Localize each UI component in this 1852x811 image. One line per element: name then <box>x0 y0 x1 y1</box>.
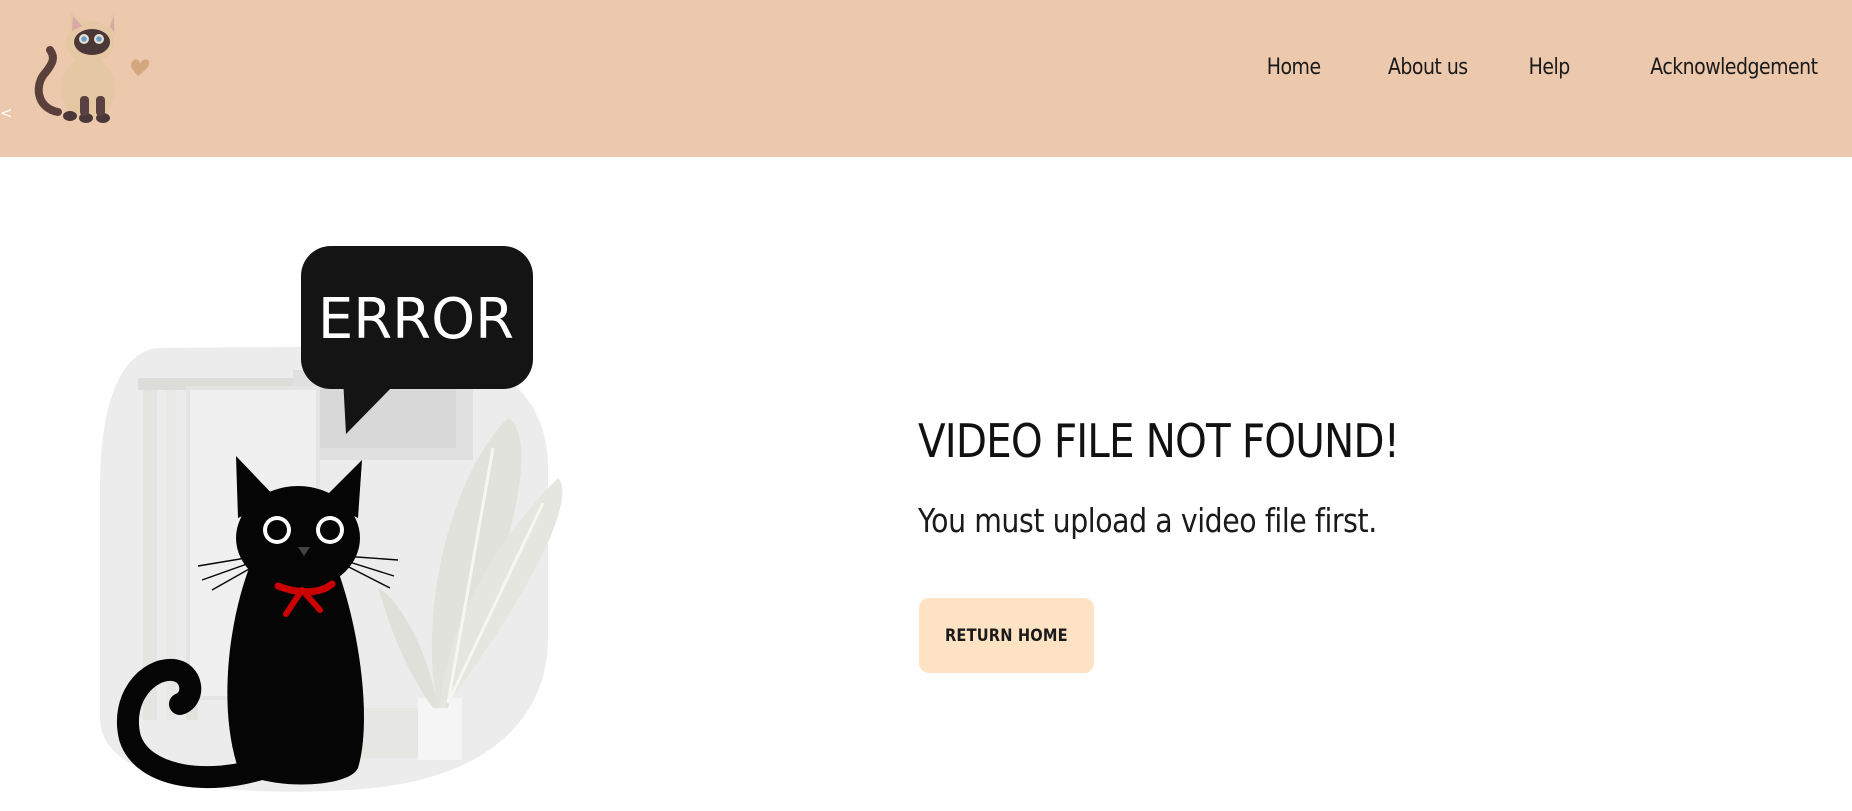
cat-logo-icon[interactable] <box>28 4 158 124</box>
main-nav: Home About us Help Acknowledgement <box>1204 51 1818 85</box>
error-message: You must upload a video file first. <box>918 501 1377 540</box>
nav-acknowledgement-link[interactable]: Acknowledgement <box>1651 51 1819 85</box>
page-title: VIDEO FILE NOT FOUND! <box>918 414 1400 468</box>
nav-help-link[interactable]: Help <box>1528 51 1570 85</box>
error-bubble-text: ERROR <box>318 287 514 352</box>
error-content: VIDEO FILE NOT FOUND! You must upload a … <box>918 410 1618 673</box>
return-home-button[interactable]: RETURN HOME <box>919 598 1094 673</box>
back-chevron-icon[interactable]: < <box>0 106 13 121</box>
nav-home-link[interactable]: Home <box>1267 51 1321 85</box>
error-cat-illustration: ERROR <box>100 246 563 792</box>
return-home-button-label: RETURN HOME <box>945 625 1068 646</box>
nav-about-link[interactable]: About us <box>1388 51 1468 85</box>
site-header: < Home About us Help Acknowledgement <box>0 0 1852 157</box>
